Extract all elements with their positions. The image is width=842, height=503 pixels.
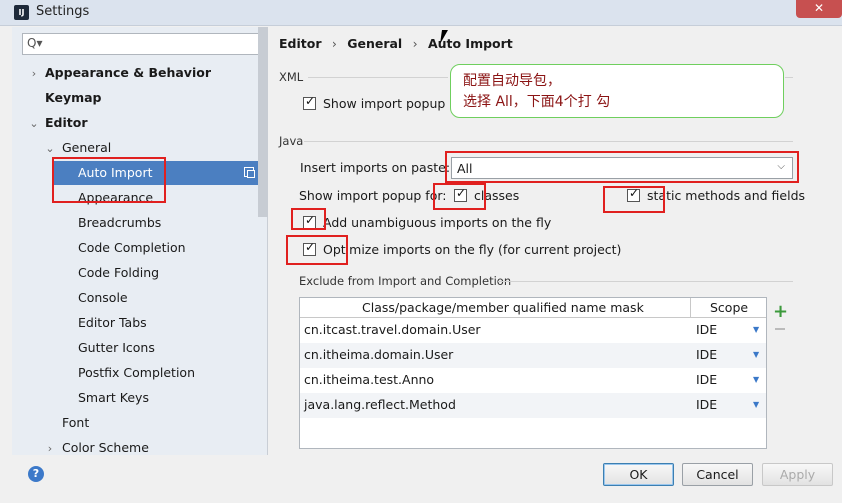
java-section-label: Java	[279, 134, 304, 148]
column-header-scope[interactable]: Scope	[710, 300, 748, 315]
annotation-line-2: 选择 All，下面4个打 勾	[463, 94, 611, 110]
tree-item-keymap[interactable]: Keymap	[45, 87, 102, 109]
annotation-box-classes	[433, 183, 486, 210]
annotation-box-auto-import	[52, 157, 166, 203]
breadcrumb-separator: ›	[331, 36, 337, 51]
show-import-popup-xml-label: Show import popup	[323, 96, 446, 111]
table-cell-name: cn.itheima.domain.User	[304, 347, 454, 362]
table-cell-scope: IDE	[696, 322, 718, 337]
add-exclusion-button[interactable]: +	[773, 301, 788, 322]
tree-scrollbar[interactable]	[258, 27, 268, 217]
tree-item-general[interactable]: General	[62, 137, 111, 159]
table-cell-name: cn.itcast.travel.domain.User	[304, 322, 481, 337]
table-cell-name: java.lang.reflect.Method	[304, 397, 456, 412]
breadcrumb-general: General	[347, 36, 403, 51]
xml-section-label: XML	[279, 70, 304, 84]
breadcrumb-separator: ›	[412, 36, 418, 51]
tree-item-editor-tabs[interactable]: Editor Tabs	[78, 312, 147, 334]
window-title: Settings	[36, 4, 90, 19]
annotation-callout: 配置自动导包， 选择 All，下面4个打 勾	[450, 64, 784, 118]
tree-item-font[interactable]: Font	[62, 412, 89, 434]
tree-item-code-completion[interactable]: Code Completion	[78, 237, 186, 259]
optimize-imports-label: Optimize imports on the fly (for current…	[323, 242, 622, 257]
chevron-right-icon[interactable]: ›	[28, 67, 40, 80]
tree-item-postfix-completion[interactable]: Postfix Completion	[78, 362, 195, 384]
section-divider	[304, 141, 793, 142]
table-cell-name: cn.itheima.test.Anno	[304, 372, 435, 387]
tree-item-appearance-behavior[interactable]: Appearance & Behavior	[45, 62, 211, 84]
breadcrumb-editor: Editor	[279, 36, 322, 51]
table-row[interactable]: cn.itheima.test.Anno IDE ▼	[300, 368, 766, 393]
annotation-box-static	[603, 186, 665, 213]
help-button[interactable]: ?	[28, 466, 44, 482]
tree-item-smart-keys[interactable]: Smart Keys	[78, 387, 149, 409]
chevron-right-icon[interactable]: ›	[44, 442, 56, 455]
table-row[interactable]: cn.itheima.domain.User IDE ▼	[300, 343, 766, 368]
table-header: Class/package/member qualified name mask…	[300, 298, 766, 318]
annotation-line-1: 配置自动导包，	[463, 73, 561, 89]
remove-exclusion-button[interactable]	[775, 328, 785, 330]
add-unambiguous-label: Add unambiguous imports on the fly	[323, 215, 552, 230]
exclude-section-label: Exclude from Import and Completion	[299, 274, 512, 288]
tree-item-editor[interactable]: Editor	[45, 112, 88, 134]
tree-item-color-scheme[interactable]: Color Scheme	[62, 437, 149, 455]
chevron-down-icon[interactable]: ⌄	[28, 117, 40, 130]
annotation-box-add-unambiguous	[291, 208, 326, 230]
table-cell-scope: IDE	[696, 347, 718, 362]
ok-button[interactable]: OK	[603, 463, 674, 486]
tree-item-code-folding[interactable]: Code Folding	[78, 262, 159, 284]
tree-item-breadcrumbs[interactable]: Breadcrumbs	[78, 212, 161, 234]
project-copy-icon	[244, 167, 255, 178]
tree-item-console[interactable]: Console	[78, 287, 128, 309]
section-divider	[785, 77, 793, 78]
section-divider	[308, 77, 448, 78]
dropdown-arrow-icon[interactable]: ▼	[753, 375, 759, 384]
search-input[interactable]: Q▾	[22, 33, 262, 55]
dropdown-arrow-icon[interactable]: ▼	[753, 350, 759, 359]
chevron-down-icon[interactable]: ⌄	[44, 142, 56, 155]
search-icon: Q▾	[27, 36, 43, 50]
column-divider[interactable]	[690, 298, 691, 318]
table-cell-scope: IDE	[696, 397, 718, 412]
breadcrumb: Editor › General › Auto Import	[279, 36, 519, 51]
cancel-button[interactable]: Cancel	[682, 463, 753, 486]
table-cell-scope: IDE	[696, 372, 718, 387]
settings-tree-panel: Q▾ › Appearance & Behavior Keymap ⌄ Edit…	[12, 27, 268, 455]
tree-item-gutter-icons[interactable]: Gutter Icons	[78, 337, 155, 359]
insert-imports-label: Insert imports on paste:	[300, 160, 451, 175]
annotation-box-optimize	[286, 235, 348, 265]
dropdown-arrow-icon[interactable]: ▼	[753, 325, 759, 334]
table-row[interactable]: cn.itcast.travel.domain.User IDE ▼	[300, 318, 766, 343]
intellij-app-icon: IJ	[14, 5, 29, 20]
exclude-table: Class/package/member qualified name mask…	[299, 297, 767, 449]
show-import-popup-xml-checkbox[interactable]	[303, 94, 316, 110]
section-divider	[498, 281, 793, 282]
dropdown-arrow-icon[interactable]: ▼	[753, 400, 759, 409]
apply-button[interactable]: Apply	[762, 463, 833, 486]
column-header-mask[interactable]: Class/package/member qualified name mask	[362, 300, 644, 315]
table-row[interactable]: java.lang.reflect.Method IDE ▼	[300, 393, 766, 418]
show-import-popup-for-label: Show import popup for:	[299, 188, 447, 203]
static-methods-label: static methods and fields	[647, 188, 806, 203]
close-button[interactable]: ✕	[796, 0, 842, 18]
annotation-box-insert-select	[445, 151, 799, 183]
title-bar: IJ Settings ✕	[0, 0, 842, 26]
